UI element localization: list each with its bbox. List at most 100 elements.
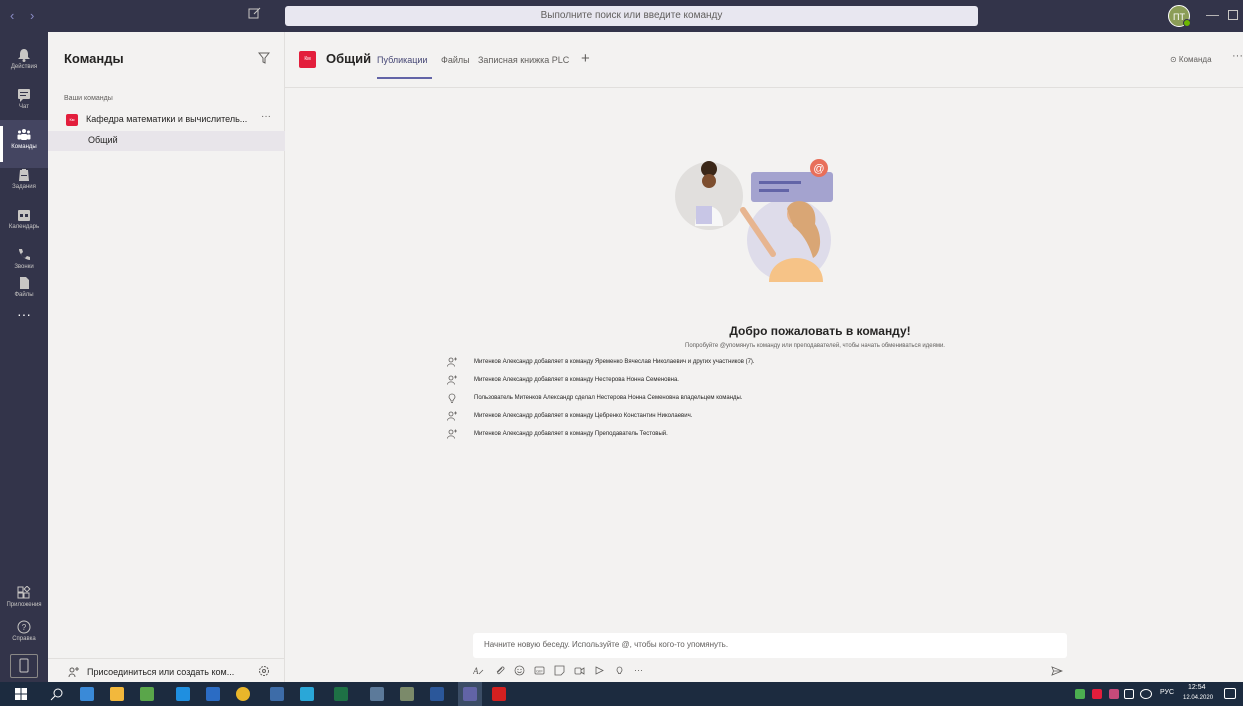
more-compose-icon[interactable]: ··· bbox=[634, 665, 645, 676]
join-label: Присоединиться или создать ком... bbox=[87, 667, 235, 677]
nav-arrows[interactable]: ‹ › bbox=[10, 8, 40, 23]
event-text: Пользователь Митенков Александр сделал Н… bbox=[474, 395, 743, 401]
title-bar: ‹ › Выполните поиск или введите команду … bbox=[0, 0, 1243, 32]
svg-text:@: @ bbox=[813, 163, 824, 175]
chat-icon bbox=[18, 89, 30, 102]
teams-app-icon[interactable] bbox=[463, 687, 477, 701]
language-indicator[interactable]: РУС bbox=[1160, 689, 1174, 696]
channel-item-general[interactable]: Общий bbox=[48, 131, 285, 151]
app-icon[interactable] bbox=[140, 687, 154, 701]
tray-icon[interactable] bbox=[1075, 689, 1085, 699]
app-icon[interactable] bbox=[370, 687, 384, 701]
minimize-icon[interactable]: — bbox=[1206, 7, 1219, 22]
send-icon[interactable] bbox=[1051, 666, 1063, 676]
praise-icon[interactable] bbox=[614, 665, 625, 676]
welcome-subtitle: Попробуйте @упомянуть команду или препод… bbox=[685, 343, 945, 349]
team-info-button[interactable]: ⊙ Команда bbox=[1170, 55, 1212, 64]
appbar-item-help[interactable]: ? Справка bbox=[0, 612, 48, 660]
sticker-icon[interactable] bbox=[554, 665, 565, 676]
add-team-icon bbox=[68, 667, 79, 678]
chrome-icon[interactable] bbox=[236, 687, 250, 701]
folder-icon[interactable] bbox=[110, 687, 124, 701]
volume-icon[interactable] bbox=[1140, 689, 1152, 699]
tab-notebook[interactable]: Записная книжка PLC bbox=[478, 55, 569, 65]
files-icon bbox=[20, 277, 29, 289]
format-icon[interactable]: A bbox=[473, 665, 484, 676]
stream-icon[interactable] bbox=[594, 665, 605, 676]
network-icon[interactable] bbox=[1124, 689, 1134, 699]
app-icon[interactable] bbox=[300, 687, 314, 701]
activity-event: Митенков Александр добавляет в команду Н… bbox=[447, 375, 1047, 389]
notifications-icon[interactable] bbox=[1224, 688, 1236, 699]
tab-files[interactable]: Файлы bbox=[441, 55, 470, 65]
appbar-label: Календарь bbox=[8, 224, 40, 230]
assignments-icon bbox=[19, 169, 29, 181]
more-apps-icon[interactable]: ··· bbox=[0, 306, 48, 322]
welcome-title: Добро пожаловать в команду! bbox=[729, 324, 911, 338]
search-input[interactable]: Выполните поиск или введите команду bbox=[285, 6, 978, 26]
compose-toolbar: A GIF ··· bbox=[473, 665, 773, 679]
tray-icon[interactable] bbox=[1109, 689, 1119, 699]
maximize-icon[interactable] bbox=[1228, 10, 1238, 20]
add-tab-icon[interactable]: + bbox=[581, 50, 590, 67]
team-name: Кафедра математики и вычислитель... bbox=[86, 114, 248, 124]
attach-icon[interactable] bbox=[494, 665, 505, 676]
svg-text:A: A bbox=[473, 666, 479, 676]
welcome-illustration: @ bbox=[675, 159, 833, 282]
gif-icon[interactable]: GIF bbox=[534, 665, 545, 676]
device-icon[interactable] bbox=[10, 654, 38, 678]
event-text: Митенков Александр добавляет в команду П… bbox=[474, 431, 668, 437]
channel-header: Км Общий Публикации Файлы Записная книжк… bbox=[285, 32, 1243, 88]
teams-icon bbox=[17, 129, 31, 140]
search-icon[interactable] bbox=[50, 687, 64, 701]
add-person-icon bbox=[447, 375, 457, 385]
event-text: Митенков Александр добавляет в команду Я… bbox=[474, 359, 755, 365]
appbar-label: Приложения bbox=[6, 602, 42, 608]
teams-panel: Команды Ваши команды Км Кафедра математи… bbox=[48, 32, 285, 682]
team-badge: Км bbox=[299, 51, 316, 68]
app-icon[interactable] bbox=[80, 687, 94, 701]
svg-text:?: ? bbox=[22, 623, 27, 632]
clock-date[interactable]: 12.04.2020 bbox=[1183, 695, 1213, 701]
compose-icon[interactable] bbox=[248, 6, 266, 24]
filter-icon[interactable] bbox=[258, 52, 270, 64]
event-text: Митенков Александр добавляет в команду Ц… bbox=[474, 413, 693, 419]
compose-box[interactable]: Начните новую беседу. Используйте @, что… bbox=[473, 633, 1067, 658]
gear-icon[interactable] bbox=[258, 665, 270, 677]
section-label: Ваши команды bbox=[64, 95, 113, 102]
activity-event: Митенков Александр добавляет в команду Я… bbox=[447, 357, 1047, 371]
edge-icon[interactable] bbox=[176, 687, 190, 701]
join-create-team[interactable]: Присоединиться или создать ком... bbox=[48, 658, 285, 682]
tab-posts[interactable]: Публикации bbox=[377, 55, 427, 65]
tray-icon[interactable] bbox=[1092, 689, 1102, 699]
clock-time[interactable]: 12:54 bbox=[1188, 684, 1206, 691]
help-icon: ? bbox=[17, 620, 31, 634]
appbar-label: Справка bbox=[12, 636, 36, 642]
emoji-icon[interactable] bbox=[514, 665, 525, 676]
svg-text:GIF: GIF bbox=[536, 669, 543, 674]
os-taskbar: РУС 12:54 12.04.2020 bbox=[0, 682, 1243, 706]
ie-icon[interactable] bbox=[206, 687, 220, 701]
activity-event: Митенков Александр добавляет в команду П… bbox=[447, 429, 1047, 443]
paint-icon[interactable] bbox=[400, 687, 414, 701]
calendar-icon bbox=[18, 210, 30, 221]
channel-view: Км Общий Публикации Файлы Записная книжк… bbox=[285, 32, 1243, 682]
apps-icon bbox=[17, 586, 31, 599]
team-badge: Км bbox=[66, 114, 78, 126]
windows-start-icon[interactable] bbox=[14, 687, 28, 701]
app-icon[interactable] bbox=[270, 687, 284, 701]
activity-event: Митенков Александр добавляет в команду Ц… bbox=[447, 411, 1047, 425]
meet-now-icon[interactable] bbox=[574, 665, 585, 676]
excel-icon[interactable] bbox=[334, 687, 348, 701]
owner-icon bbox=[448, 393, 456, 403]
add-person-icon bbox=[447, 429, 457, 439]
acrobat-icon[interactable] bbox=[492, 687, 506, 701]
add-person-icon bbox=[447, 357, 457, 367]
bell-icon bbox=[18, 49, 30, 62]
more-options-icon[interactable]: ··· bbox=[1232, 50, 1243, 62]
team-more-icon[interactable]: ··· bbox=[261, 111, 271, 122]
team-item[interactable]: Км Кафедра математики и вычислитель... ·… bbox=[48, 110, 285, 130]
add-person-icon bbox=[447, 411, 457, 421]
word-icon[interactable] bbox=[430, 687, 444, 701]
phone-icon bbox=[19, 249, 30, 260]
